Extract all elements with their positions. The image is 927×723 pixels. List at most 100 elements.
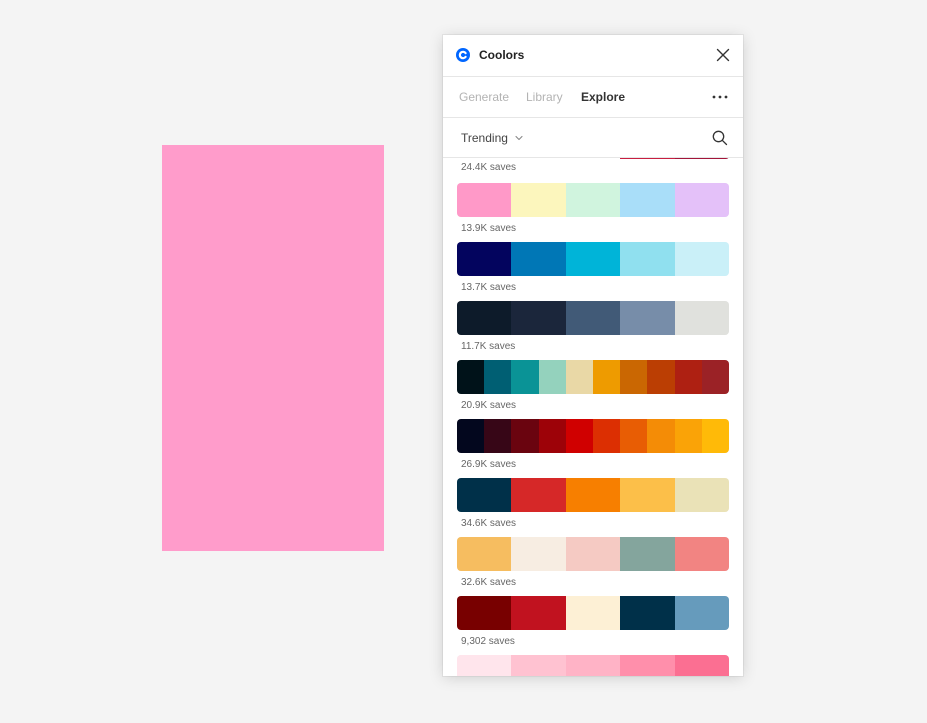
color-swatch[interactable]	[620, 596, 675, 630]
palette-saves-count: 34.6K saves	[461, 518, 517, 529]
color-swatch[interactable]	[565, 242, 621, 276]
palette-strip[interactable]	[457, 360, 729, 394]
color-swatch[interactable]	[511, 537, 566, 571]
palette-saves-count: 32.6K saves	[461, 577, 517, 588]
color-swatch[interactable]	[620, 419, 648, 453]
color-swatch[interactable]	[565, 183, 621, 217]
palette-saves-count: 26.9K saves	[461, 459, 517, 470]
palette-saves-count: 13.7K saves	[461, 282, 517, 293]
color-swatch[interactable]	[620, 360, 648, 394]
color-swatch[interactable]	[511, 419, 539, 453]
color-swatch[interactable]	[538, 360, 566, 394]
color-swatch[interactable]	[674, 537, 729, 571]
color-swatch[interactable]	[620, 242, 675, 276]
tab-generate[interactable]: Generate	[459, 89, 509, 105]
color-swatch[interactable]	[620, 537, 675, 571]
color-swatch[interactable]	[647, 360, 675, 394]
palette-strip[interactable]	[457, 301, 729, 335]
color-swatch[interactable]	[674, 360, 702, 394]
palette-item[interactable]: 20.9K saves	[457, 360, 729, 413]
palette-item[interactable]: 32.6K saves	[457, 537, 729, 590]
color-swatch[interactable]	[457, 419, 485, 453]
color-swatch[interactable]	[484, 419, 512, 453]
color-swatch[interactable]	[674, 419, 702, 453]
color-swatch[interactable]	[565, 596, 621, 630]
filter-bar: Trending	[443, 117, 743, 158]
color-swatch[interactable]	[511, 478, 566, 512]
palette-saves-count: 24.4K saves	[461, 162, 517, 173]
color-swatch[interactable]	[511, 301, 566, 335]
color-swatch[interactable]	[511, 242, 566, 276]
color-swatch[interactable]	[511, 158, 566, 159]
color-swatch[interactable]	[565, 301, 621, 335]
color-swatch[interactable]	[457, 183, 512, 217]
tab-library[interactable]: Library	[526, 89, 563, 105]
canvas-color-preview[interactable]	[162, 145, 384, 551]
color-swatch[interactable]	[674, 183, 729, 217]
color-swatch[interactable]	[593, 419, 621, 453]
palette-item[interactable]: 34.6K saves	[457, 478, 729, 531]
color-swatch[interactable]	[565, 158, 621, 159]
color-swatch[interactable]	[457, 478, 512, 512]
palette-strip[interactable]	[457, 478, 729, 512]
color-swatch[interactable]	[674, 242, 729, 276]
color-swatch[interactable]	[511, 183, 566, 217]
color-swatch[interactable]	[565, 419, 594, 453]
palette-strip[interactable]	[457, 419, 729, 453]
sort-dropdown[interactable]: Trending	[461, 130, 524, 146]
color-swatch[interactable]	[484, 360, 512, 394]
palette-strip[interactable]	[457, 242, 729, 276]
palette-strip[interactable]	[457, 183, 729, 217]
coolors-plugin-panel: Coolors Generate Library Explore Trendin…	[443, 35, 743, 676]
color-swatch[interactable]	[647, 419, 675, 453]
color-swatch[interactable]	[701, 419, 729, 453]
more-horizontal-icon[interactable]	[711, 88, 729, 106]
color-swatch[interactable]	[565, 655, 621, 676]
chevron-down-icon	[515, 135, 523, 141]
coolors-logo-icon	[456, 48, 470, 62]
color-swatch[interactable]	[457, 596, 512, 630]
palette-item[interactable]: 11.7K saves	[457, 301, 729, 354]
color-swatch[interactable]	[674, 596, 729, 630]
color-swatch[interactable]	[674, 478, 729, 512]
palette-strip[interactable]	[457, 655, 729, 676]
palette-item[interactable]	[457, 655, 729, 676]
color-swatch[interactable]	[620, 158, 675, 159]
color-swatch[interactable]	[457, 242, 512, 276]
color-swatch[interactable]	[565, 537, 621, 571]
color-swatch[interactable]	[620, 301, 675, 335]
color-swatch[interactable]	[511, 360, 539, 394]
color-swatch[interactable]	[565, 360, 594, 394]
close-icon[interactable]	[713, 45, 733, 65]
color-swatch[interactable]	[457, 158, 512, 159]
color-swatch[interactable]	[674, 655, 729, 676]
palette-strip[interactable]	[457, 537, 729, 571]
palette-list[interactable]: 24.4K saves 13.9K saves 13.7K saves 11.7K s…	[443, 158, 743, 676]
tab-explore[interactable]: Explore	[581, 89, 625, 105]
color-swatch[interactable]	[457, 360, 485, 394]
color-swatch[interactable]	[511, 655, 566, 676]
color-swatch[interactable]	[511, 596, 566, 630]
palette-strip[interactable]	[457, 158, 729, 159]
palette-saves-count: 13.9K saves	[461, 223, 517, 234]
palette-item[interactable]: 9,302 saves	[457, 596, 729, 649]
color-swatch[interactable]	[674, 301, 729, 335]
color-swatch[interactable]	[674, 158, 729, 159]
color-swatch[interactable]	[565, 478, 621, 512]
palette-item[interactable]: 26.9K saves	[457, 419, 729, 472]
color-swatch[interactable]	[701, 360, 729, 394]
palette-strip[interactable]	[457, 596, 729, 630]
color-swatch[interactable]	[620, 478, 675, 512]
color-swatch[interactable]	[538, 419, 566, 453]
color-swatch[interactable]	[620, 183, 675, 217]
palette-saves-count: 20.9K saves	[461, 400, 517, 411]
plugin-titlebar: Coolors	[443, 35, 743, 77]
palette-item[interactable]: 13.9K saves	[457, 183, 729, 236]
color-swatch[interactable]	[457, 301, 512, 335]
color-swatch[interactable]	[457, 537, 512, 571]
color-swatch[interactable]	[457, 655, 512, 676]
color-swatch[interactable]	[593, 360, 621, 394]
search-icon[interactable]	[711, 129, 729, 147]
palette-item[interactable]: 13.7K saves	[457, 242, 729, 295]
color-swatch[interactable]	[620, 655, 675, 676]
